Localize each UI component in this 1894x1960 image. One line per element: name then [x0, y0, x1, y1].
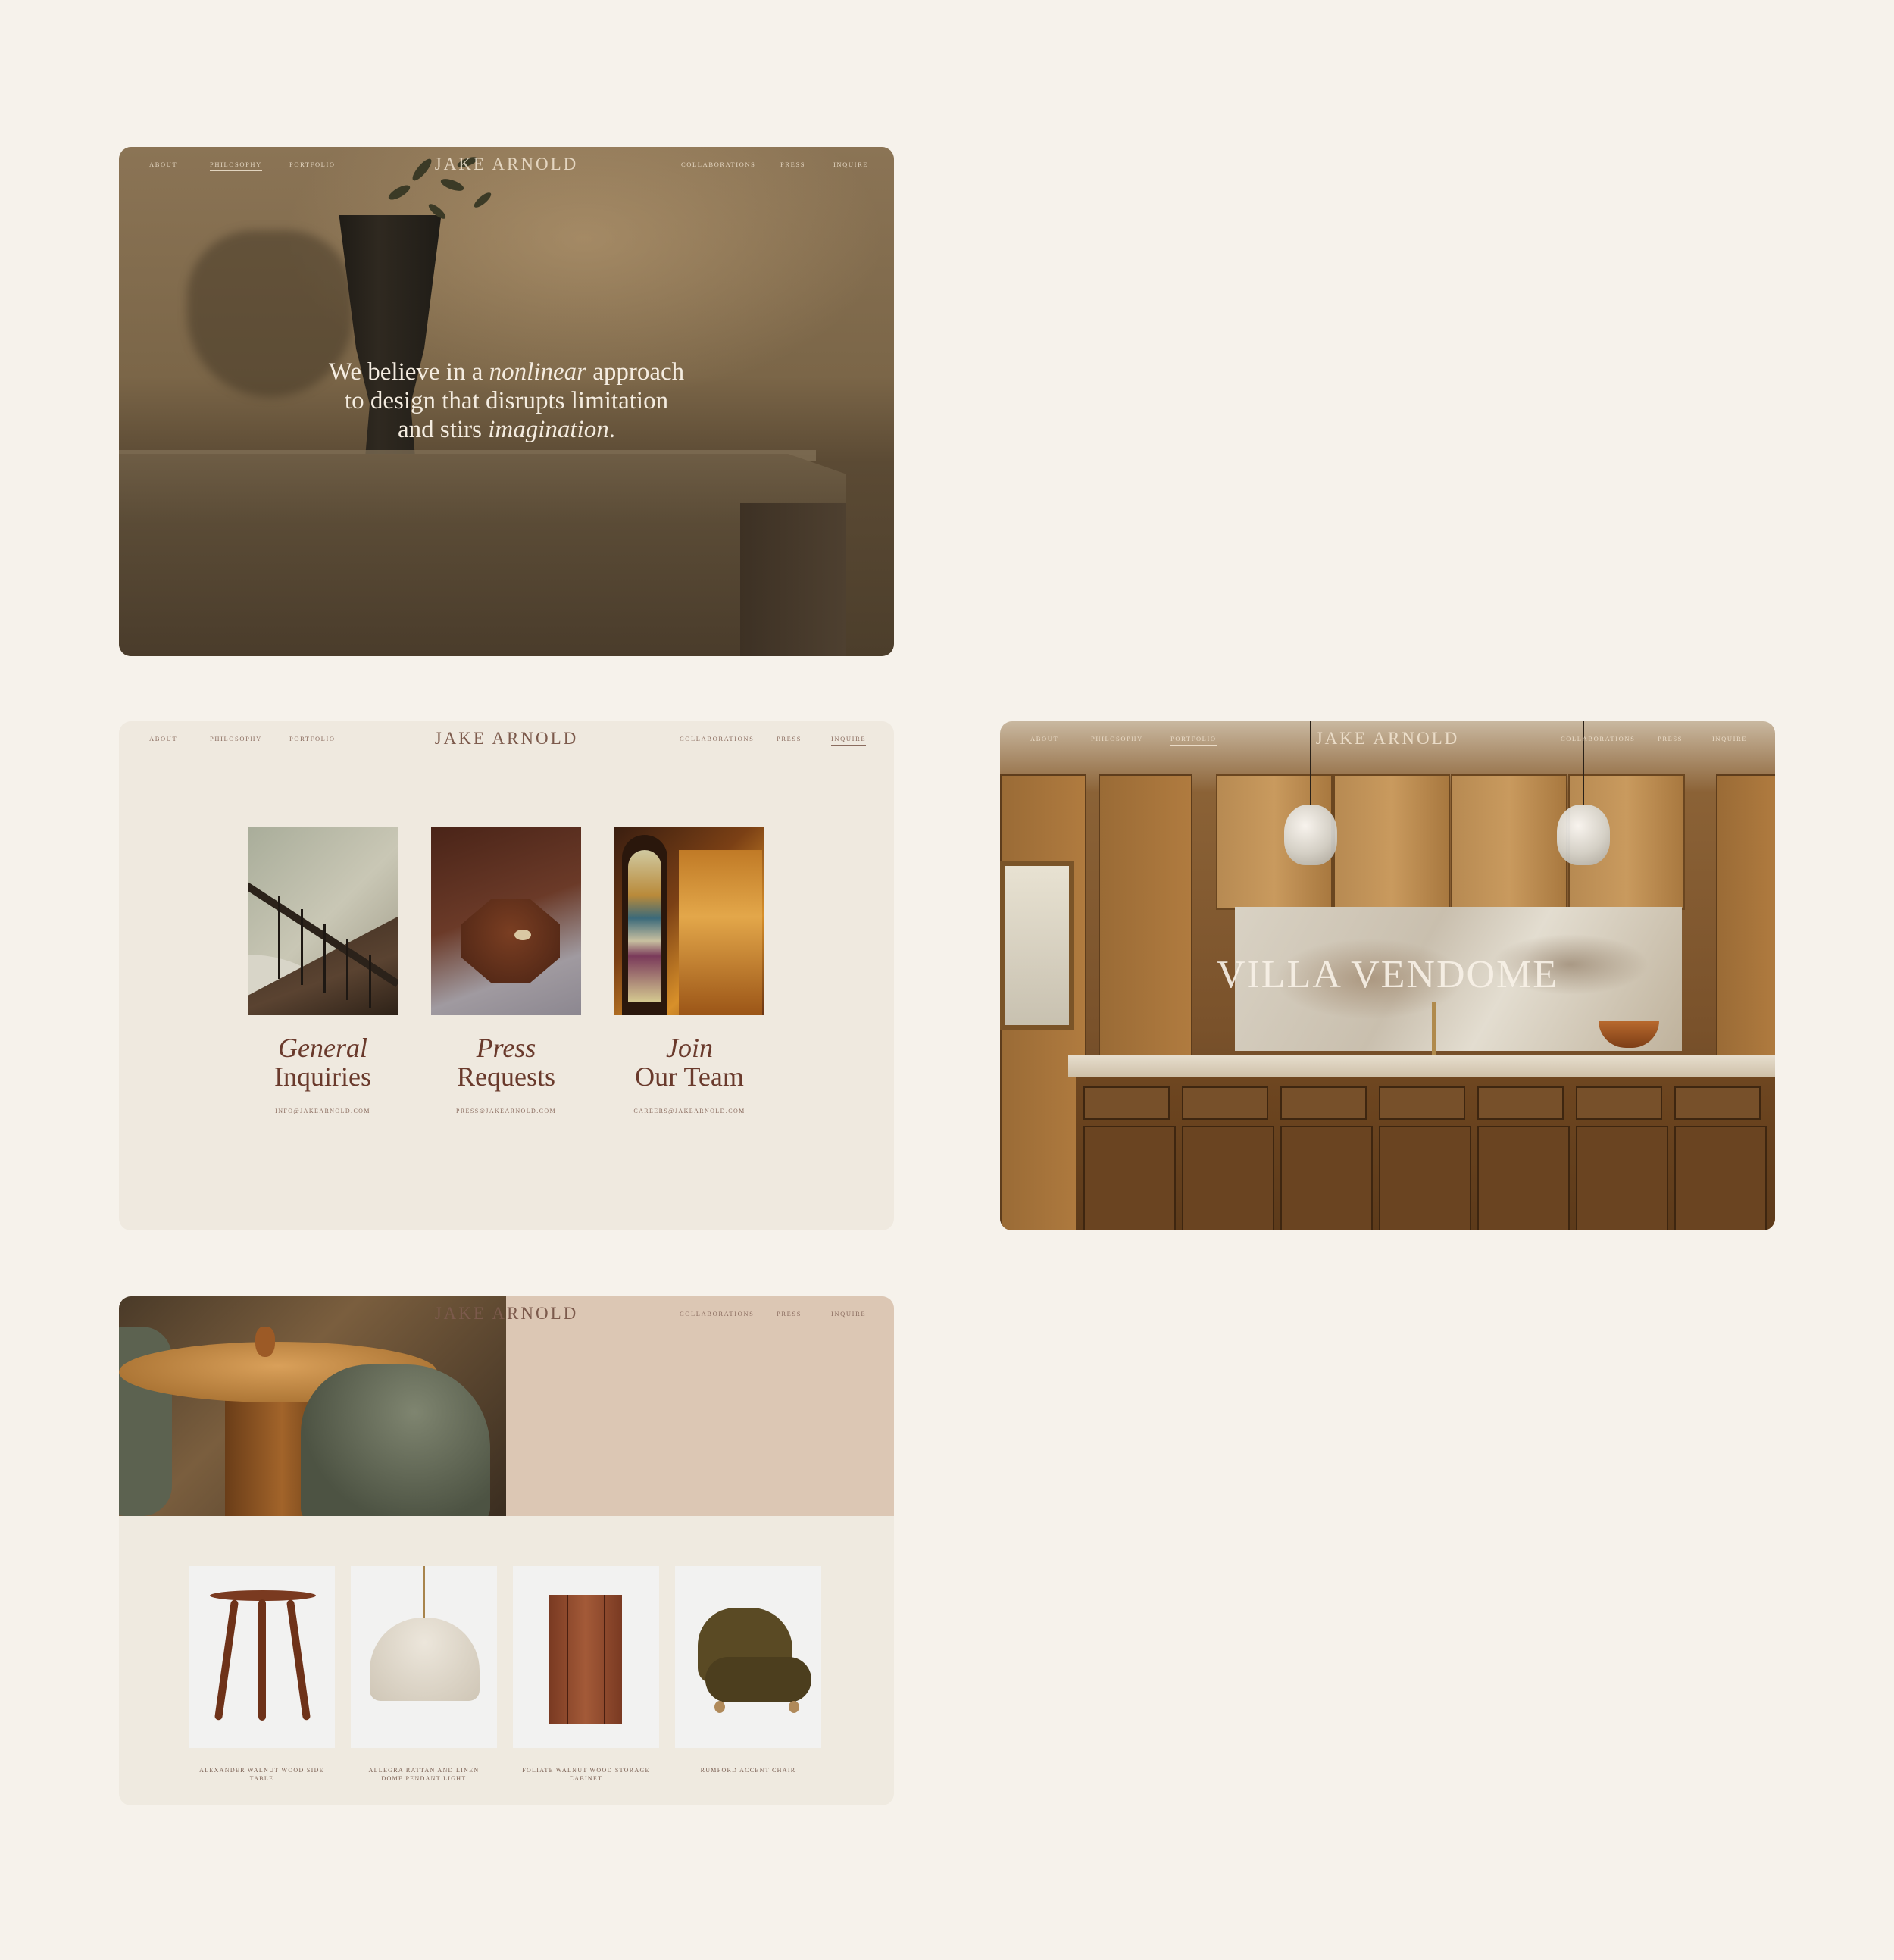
product-name[interactable]: Foliate Walnut Wood Storage Cabinet	[513, 1766, 659, 1783]
nav-philosophy[interactable]: Philosophy	[210, 161, 262, 171]
stone-mantel-image	[119, 454, 846, 656]
philosophy-quote: We believe in a nonlinear approach to de…	[328, 358, 685, 443]
contact-press[interactable]: Press Requests press@jakearnold.com	[430, 827, 582, 1114]
top-nav: About Philosophy Portfolio JAKE ARNOLD C…	[1000, 721, 1775, 759]
product-card[interactable]: Rumford Accent Chair	[675, 1566, 821, 1774]
contact-title: General Inquiries	[274, 1033, 371, 1092]
top-nav: JAKE ARNOLD Collaborations Press Inquire	[119, 1296, 894, 1334]
product-name[interactable]: Rumford Accent Chair	[675, 1766, 821, 1774]
product-card[interactable]: Foliate Walnut Wood Storage Cabinet	[513, 1566, 659, 1783]
mantel-side	[740, 503, 846, 656]
brand-logo[interactable]: JAKE ARNOLD	[435, 729, 579, 749]
contact-title: Join Our Team	[635, 1033, 744, 1092]
nav-press[interactable]: Press	[1658, 735, 1683, 742]
brand-logo[interactable]: JAKE ARNOLD	[435, 155, 579, 174]
contact-title: Press Requests	[457, 1033, 555, 1092]
product-card[interactable]: Allegra Rattan and Linen Dome Pendant Li…	[351, 1566, 497, 1783]
pendant-light-image	[351, 1566, 497, 1748]
kitchen-island	[1076, 1077, 1775, 1230]
upper-cabinet	[1333, 774, 1450, 910]
nav-inquire[interactable]: Inquire	[1712, 735, 1747, 742]
nav-inquire[interactable]: Inquire	[833, 161, 868, 168]
marble-countertop	[1068, 1055, 1775, 1077]
nav-portfolio[interactable]: Portfolio	[1170, 735, 1217, 746]
product-name[interactable]: Allegra Rattan and Linen Dome Pendant Li…	[351, 1766, 497, 1783]
contact-email-link[interactable]: info@jakearnold.com	[247, 1108, 398, 1114]
contact-email-link[interactable]: press@jakearnold.com	[430, 1108, 582, 1114]
product-name[interactable]: Alexander Walnut Wood Side Table	[189, 1766, 335, 1783]
contact-careers[interactable]: Join Our Team careers@jakearnold.com	[614, 827, 765, 1114]
side-table-image	[189, 1566, 335, 1748]
nav-collaborations[interactable]: Collaborations	[1561, 735, 1635, 742]
window-image	[1000, 861, 1074, 1030]
nav-portfolio[interactable]: Portfolio	[289, 161, 336, 168]
contact-email-link[interactable]: careers@jakearnold.com	[614, 1108, 765, 1114]
arched-door-photo	[614, 827, 764, 1015]
inquire-page-card: About Philosophy Portfolio JAKE ARNOLD C…	[119, 721, 894, 1230]
project-title[interactable]: VILLA VENDOME	[1000, 952, 1775, 997]
portfolio-project-card[interactable]: About Philosophy Portfolio JAKE ARNOLD C…	[1000, 721, 1775, 1230]
upper-cabinet	[1451, 774, 1567, 910]
top-nav: About Philosophy Portfolio JAKE ARNOLD C…	[119, 147, 894, 185]
contact-general[interactable]: General Inquiries info@jakearnold.com	[247, 827, 398, 1114]
octagon-table-photo	[431, 827, 581, 1015]
nav-press[interactable]: Press	[777, 735, 802, 742]
nav-inquire[interactable]: Inquire	[831, 735, 867, 746]
philosophy-page-card: About Philosophy Portfolio JAKE ARNOLD C…	[119, 147, 894, 656]
nav-portfolio[interactable]: Portfolio	[289, 735, 336, 742]
nav-press[interactable]: Press	[777, 1310, 802, 1318]
accent-chair-image	[675, 1566, 821, 1748]
nav-about[interactable]: About	[1030, 735, 1058, 742]
nav-press[interactable]: Press	[780, 161, 805, 168]
nav-inquire[interactable]: Inquire	[831, 1310, 866, 1318]
staircase-photo	[248, 827, 398, 1015]
brass-faucet	[1432, 1002, 1436, 1055]
nav-philosophy[interactable]: Philosophy	[210, 735, 262, 742]
nav-collaborations[interactable]: Collaborations	[680, 1310, 754, 1318]
nav-collaborations[interactable]: Collaborations	[680, 735, 754, 742]
shop-page-card: JAKE ARNOLD Collaborations Press Inquire…	[119, 1296, 894, 1805]
nav-about[interactable]: About	[149, 735, 177, 742]
product-card[interactable]: Alexander Walnut Wood Side Table	[189, 1566, 335, 1783]
brand-logo[interactable]: JAKE ARNOLD	[435, 1304, 579, 1324]
nav-philosophy[interactable]: Philosophy	[1091, 735, 1143, 742]
top-nav: About Philosophy Portfolio JAKE ARNOLD C…	[119, 721, 894, 759]
nav-collaborations[interactable]: Collaborations	[681, 161, 755, 168]
nav-about[interactable]: About	[149, 161, 177, 168]
brand-logo[interactable]: JAKE ARNOLD	[1316, 729, 1460, 749]
storage-cabinet-image	[513, 1566, 659, 1748]
